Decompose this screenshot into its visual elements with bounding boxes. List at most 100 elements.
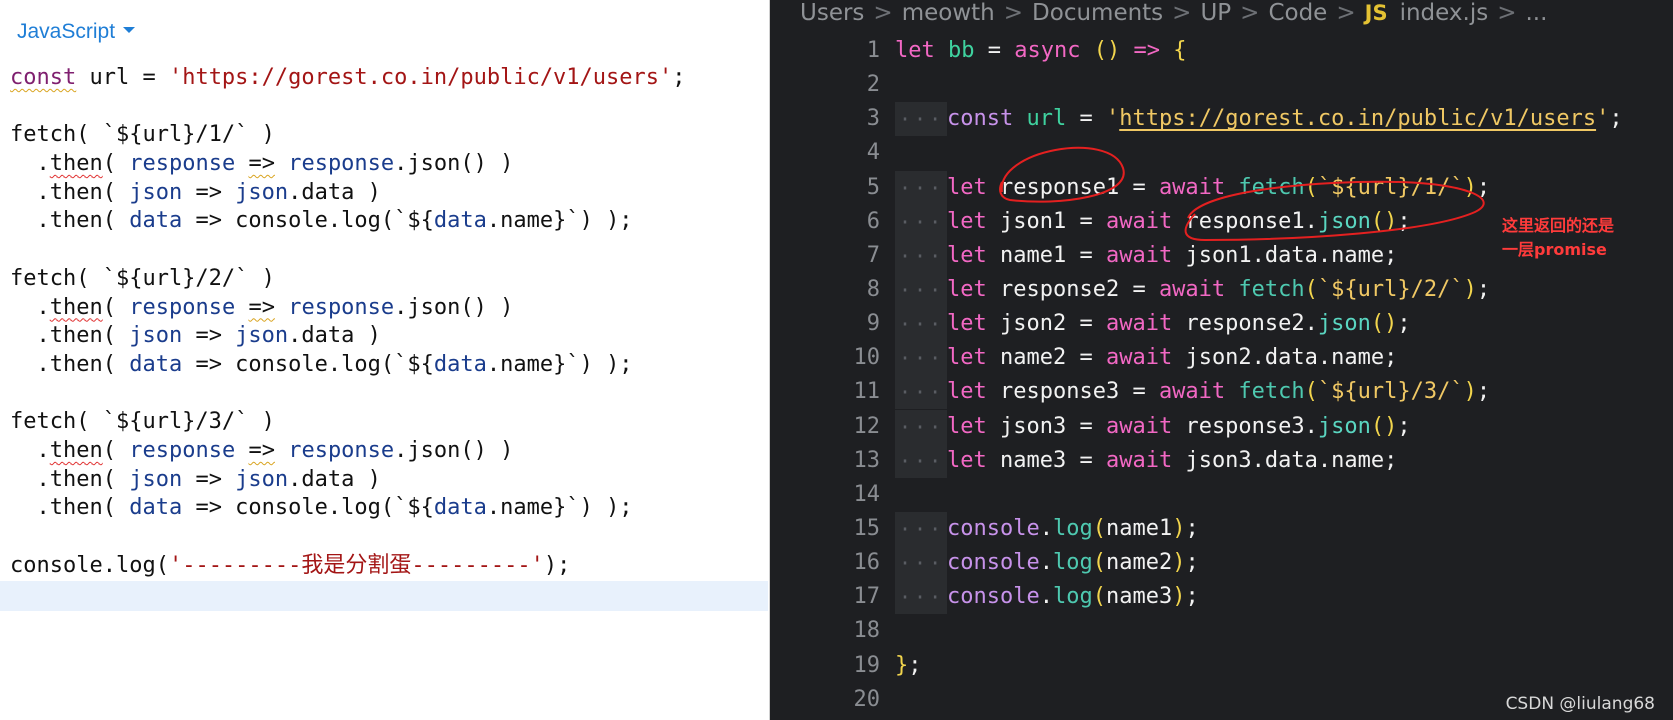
indent-guide — [895, 409, 947, 444]
code-token: const — [10, 65, 77, 90]
code-token: => — [248, 437, 275, 463]
right-code-line: let name2 = await json2.data.name; — [895, 341, 1623, 375]
code-token: => — [182, 466, 236, 492]
indent-guide — [895, 238, 947, 273]
code-token: ) — [1463, 379, 1477, 405]
left-code-editor[interactable]: const url = 'https://gorest.co.in/public… — [10, 64, 686, 580]
breadcrumb-ellipsis[interactable]: ... — [1525, 0, 1547, 26]
line-number: 12 — [853, 413, 881, 439]
code-token: await — [1105, 242, 1173, 268]
code-token: ) — [1463, 276, 1477, 302]
code-token: . — [10, 294, 50, 320]
breadcrumb-item[interactable]: Documents — [1032, 0, 1163, 26]
left-code-line: .then( response => response.json() ) — [10, 437, 686, 466]
right-code-line: console.log(name1); — [895, 511, 1623, 546]
code-token: name2 — [1105, 550, 1173, 576]
code-token: ( — [1304, 379, 1318, 405]
breadcrumb-item[interactable]: meowth — [902, 0, 995, 26]
code-token: => — [182, 323, 236, 349]
breadcrumb-file[interactable]: index.js — [1400, 0, 1489, 26]
right-code-line — [895, 614, 1623, 648]
current-line-highlight — [0, 581, 768, 611]
code-token: name3 — [1105, 584, 1173, 610]
code-token: ; — [1609, 106, 1623, 132]
code-token: () — [1093, 38, 1121, 63]
code-token: json1.data.name; — [1172, 242, 1398, 268]
line-number: 19 — [853, 652, 881, 678]
code-token: let — [947, 276, 987, 302]
breadcrumb-item[interactable]: Code — [1268, 0, 1327, 26]
code-token: ( — [1304, 174, 1318, 200]
code-token: name3 = — [986, 447, 1106, 473]
code-token: ; — [1397, 413, 1411, 439]
language-selector[interactable]: JavaScript — [17, 20, 136, 44]
code-token: .then( — [10, 323, 130, 349]
line-number: 6 — [866, 208, 880, 234]
right-code-editor[interactable]: let bb = async () => { const url = 'https… — [895, 34, 1623, 717]
code-token: => — [248, 294, 275, 320]
code-token: ; — [1397, 311, 1411, 337]
code-token: https://gorest.co.in/public/v1/users — [1119, 106, 1597, 132]
breadcrumb-item[interactable]: Users — [800, 0, 864, 26]
line-number: 5 — [866, 174, 880, 200]
code-token: fetch — [1238, 276, 1305, 302]
code-token: ' — [1596, 106, 1610, 132]
code-token: response3 = — [986, 379, 1159, 405]
left-code-line: .then( json => json.data ) — [10, 322, 686, 351]
code-token: .data ) — [288, 179, 381, 205]
code-token: .then( — [10, 208, 130, 234]
code-token: let — [895, 38, 935, 63]
right-code-line: let bb = async () => { — [895, 34, 1623, 68]
code-token: ; — [1476, 276, 1491, 302]
line-number: 2 — [866, 72, 880, 98]
code-token: let — [947, 345, 987, 371]
code-token: .name}`) ); — [486, 495, 633, 521]
right-code-line: console.log(name3); — [895, 580, 1623, 614]
line-number: 14 — [853, 481, 881, 507]
code-token: fetch — [1238, 379, 1305, 405]
code-token: = — [974, 38, 1015, 63]
code-token: url — [1026, 106, 1067, 132]
line-number: 20 — [853, 686, 881, 712]
code-token: let — [947, 242, 987, 268]
code-token: let — [947, 413, 987, 439]
chevron-down-icon — [123, 27, 136, 34]
code-token: => console.log(`${ — [182, 495, 434, 521]
left-code-line: .then( response => response.json() ) — [10, 150, 686, 179]
code-token: response — [129, 151, 236, 177]
code-token: json2 = — [986, 311, 1106, 337]
code-token: await — [1105, 208, 1173, 234]
indent-guide — [895, 443, 947, 478]
code-token: bb — [948, 38, 975, 63]
code-token: ( — [102, 437, 130, 463]
code-token: json1 = — [986, 208, 1106, 234]
line-number: 16 — [853, 550, 881, 576]
code-token: response — [129, 294, 236, 320]
code-token: json3.data.name; — [1172, 447, 1398, 473]
line-number: 10 — [853, 345, 881, 371]
indent-guide — [895, 102, 947, 136]
code-token: ; — [1185, 515, 1199, 541]
code-token: log — [1052, 515, 1093, 541]
right-code-line: const url = 'https://gorest.co.in/public… — [895, 102, 1623, 136]
breadcrumb: Users > meowth > Documents > UP > Code > JS index.j… — [800, 0, 1547, 28]
code-token: data — [433, 208, 487, 234]
code-token: let — [947, 311, 987, 337]
code-token: console — [947, 550, 1040, 576]
breadcrumb-item[interactable]: UP — [1200, 0, 1231, 26]
code-token: '---------我是分割蛋---------' — [168, 552, 544, 578]
code-token: json — [235, 179, 289, 205]
left-code-line: fetch( `${url}/3/` ) — [10, 408, 686, 437]
code-token: ( — [1092, 515, 1106, 541]
code-token: fetch — [1238, 174, 1305, 200]
code-token: ; — [1476, 379, 1491, 405]
code-token: async — [1014, 38, 1081, 63]
line-number: 17 — [853, 584, 881, 610]
code-token: data — [129, 495, 183, 521]
code-token: json — [235, 323, 289, 349]
